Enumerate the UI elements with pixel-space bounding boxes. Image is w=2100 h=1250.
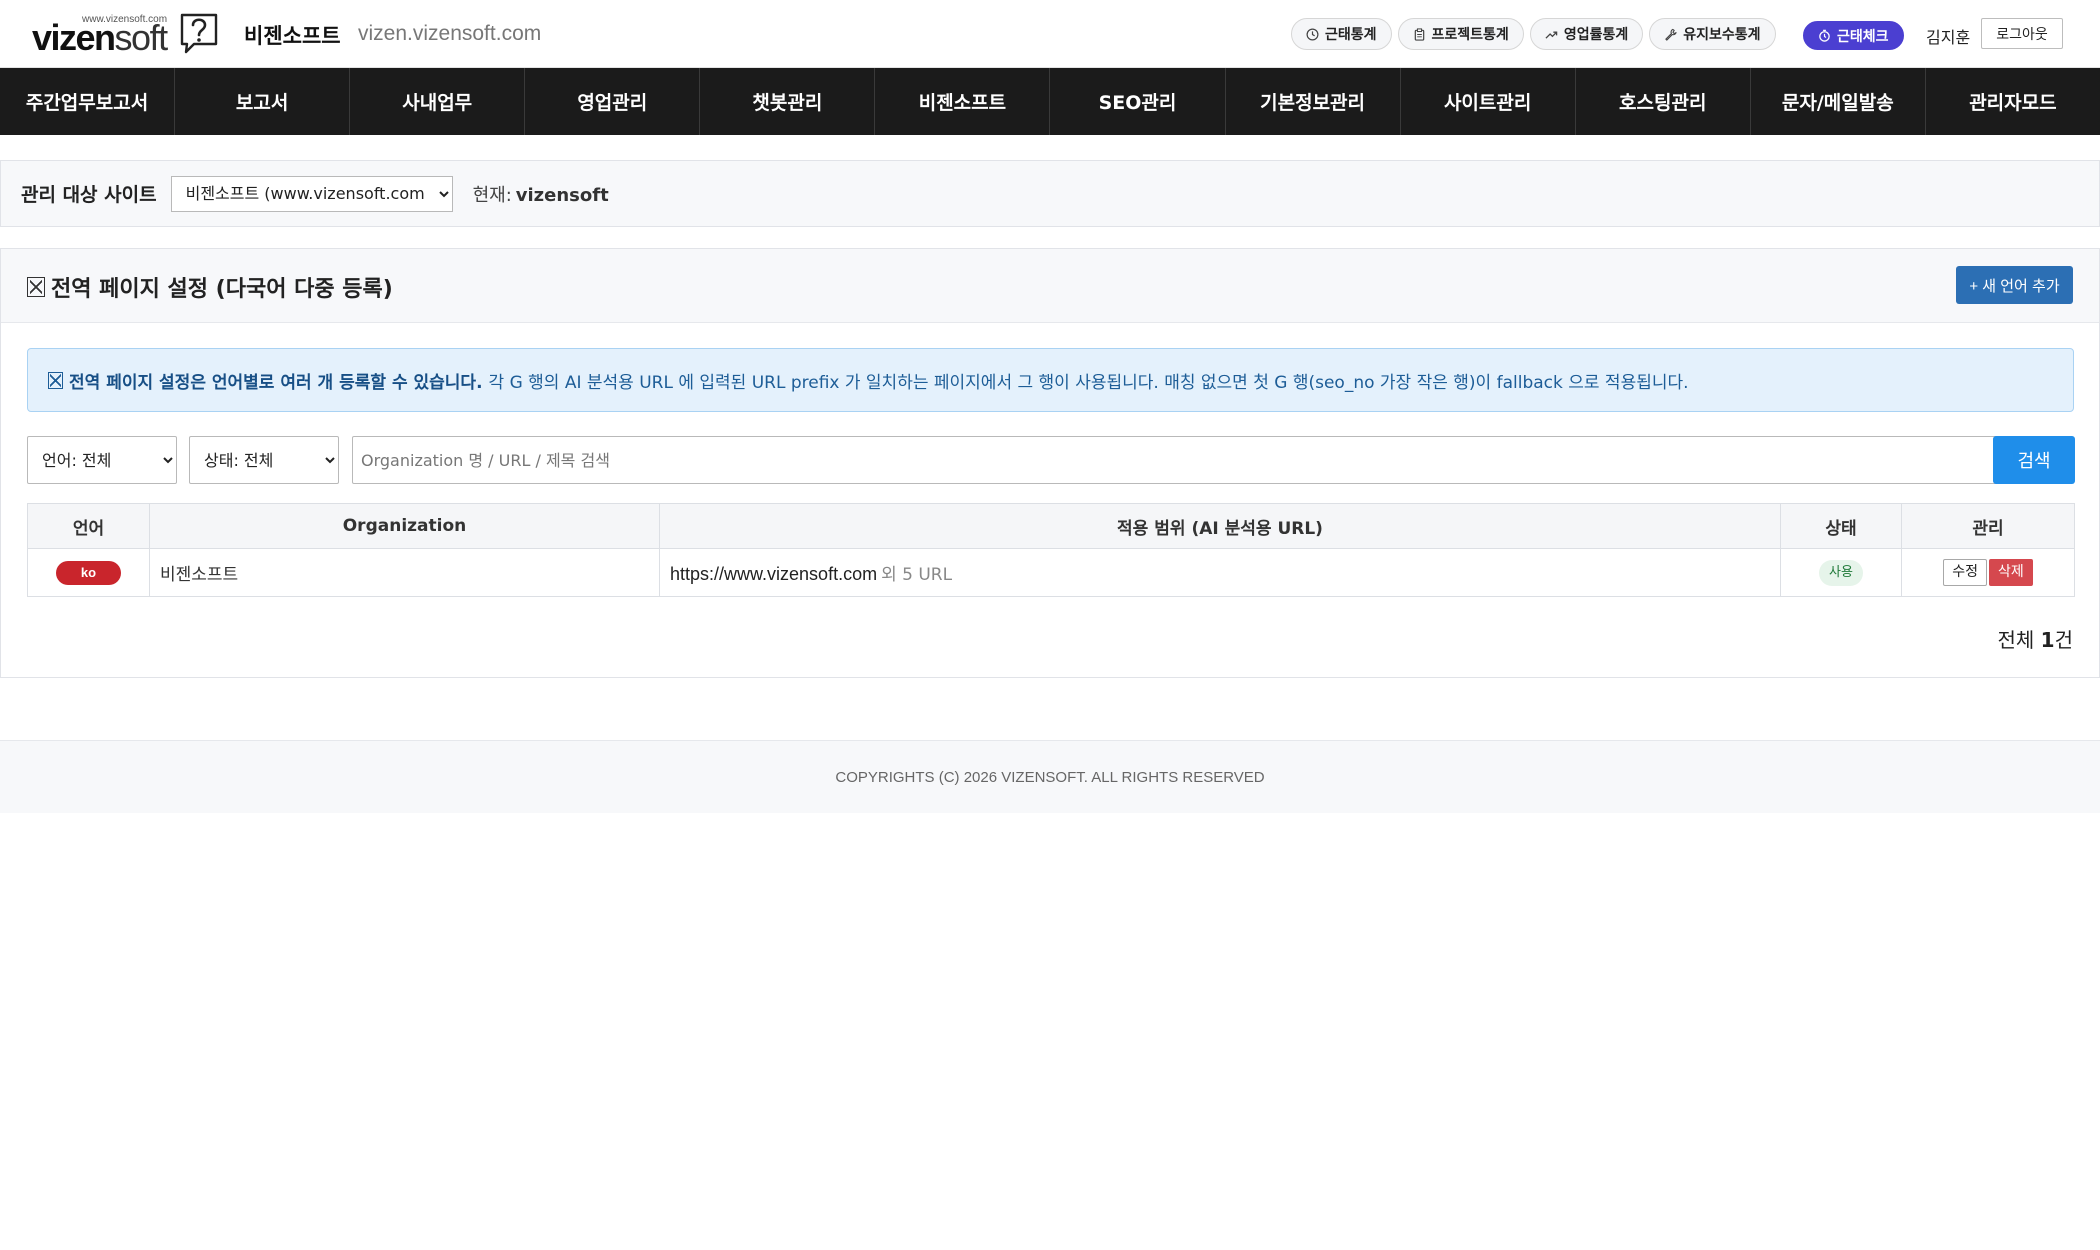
nav-item-messaging[interactable]: 문자/메일발송 — [1751, 68, 1926, 135]
main-nav: 주간업무보고서 보고서 사내업무 영업관리 챗봇관리 비젠소프트 SEO관리 기… — [0, 68, 2100, 135]
current-site-value: vizensoft — [515, 184, 609, 206]
cell-scope: https://www.vizensoft.com 외 5 URL — [659, 548, 1781, 597]
nav-item-sales[interactable]: 영업관리 — [525, 68, 701, 135]
maintenance-stats-link[interactable]: 유지보수통계 — [1649, 18, 1776, 50]
clipboard-icon — [1414, 27, 1424, 41]
settings-table: 언어 Organization 적용 범위 (AI 분석용 URL) 상태 관리… — [27, 503, 2075, 597]
clock-icon — [1306, 28, 1319, 40]
col-status: 상태 — [1780, 503, 1902, 549]
quick-stats-links: 근태통계 프로젝트통계 영업률통계 유지보수통계 — [1291, 18, 1776, 50]
total-number: 1 — [2040, 628, 2055, 652]
nav-item-hosting[interactable]: 호스팅관리 — [1576, 68, 1751, 135]
table-header-row: 언어 Organization 적용 범위 (AI 분석용 URL) 상태 관리 — [27, 503, 2075, 549]
nav-item-sites[interactable]: 사이트관리 — [1401, 68, 1576, 135]
footer: COPYRIGHTS (C) 2026 VIZENSOFT. ALL RIGHT… — [0, 740, 2100, 813]
nav-item-seo[interactable]: SEO관리 — [1050, 68, 1226, 135]
site-selector-bar: 관리 대상 사이트 비젠소프트 (www.vizensoft.com) 현재: v… — [0, 160, 2100, 227]
delete-button[interactable]: 삭제 — [1989, 559, 2033, 586]
language-filter[interactable]: 언어: 전체 — [27, 436, 177, 484]
table-row: ko 비젠소프트 https://www.vizensoft.com 외 5 UR… — [27, 548, 2075, 597]
add-language-button[interactable]: + 새 언어 추가 — [1956, 266, 2073, 304]
global-page-settings-panel: 전역 페이지 설정 (다국어 다중 등록) + 새 언어 추가 전역 페이지 설… — [0, 248, 2100, 678]
nav-item-weekly-report[interactable]: 주간업무보고서 — [0, 68, 176, 135]
attendance-stats-label: 근태통계 — [1325, 27, 1377, 43]
total-suffix: 건 — [2054, 628, 2073, 652]
user-name: 김지훈 — [1926, 28, 1971, 47]
status-badge: 사용 — [1819, 559, 1863, 586]
col-language: 언어 — [27, 503, 150, 549]
brand-name: 비젠소프트 — [244, 24, 341, 48]
attendance-check-button[interactable]: 근태체크 — [1803, 21, 1904, 50]
wrench-icon — [1665, 28, 1677, 41]
timer-icon — [1819, 29, 1830, 42]
panel-title: 전역 페이지 설정 (다국어 다중 등록) — [27, 271, 393, 303]
notice-bold-text: 전역 페이지 설정은 언어별로 여러 개 등록할 수 있습니다. — [69, 372, 483, 393]
trend-up-icon — [1545, 31, 1558, 39]
edit-button[interactable]: 수정 — [1943, 559, 1987, 586]
settings-box-icon — [27, 277, 45, 297]
search-button[interactable]: 검색 — [1993, 436, 2075, 484]
nav-item-reports[interactable]: 보고서 — [175, 68, 351, 135]
vizensoft-logo[interactable]: www.vizensoft.com vizensoft — [32, 12, 222, 58]
cell-organization: 비젠소프트 — [149, 548, 660, 597]
attendance-stats-link[interactable]: 근태통계 — [1291, 18, 1392, 50]
total-prefix: 전체 — [1997, 628, 2035, 652]
nav-item-admin-mode[interactable]: 관리자모드 — [1926, 68, 2100, 135]
panel-title-text: 전역 페이지 설정 (다국어 다중 등록) — [51, 277, 393, 302]
copyright-text: COPYRIGHTS (C) 2026 VIZENSOFT. ALL RIGHT… — [835, 768, 1265, 786]
sales-stats-label: 영업률통계 — [1563, 27, 1629, 43]
current-site: 현재: vizensoft — [473, 181, 609, 207]
info-box-icon — [48, 371, 63, 389]
current-site-label: 현재: — [472, 184, 512, 206]
host-name: vizen.vizensoft.com — [358, 22, 542, 45]
nav-item-chatbot[interactable]: 챗봇관리 — [700, 68, 876, 135]
attendance-check-label: 근태체크 — [1837, 28, 1889, 45]
cell-admin: 수정 삭제 — [1901, 548, 2075, 597]
maintenance-stats-label: 유지보수통계 — [1683, 27, 1761, 43]
question-bubble-icon — [180, 13, 218, 54]
cell-status: 사용 — [1780, 548, 1902, 597]
logo-wordmark: vizensoft — [32, 17, 168, 58]
project-stats-label: 프로젝트통계 — [1431, 27, 1509, 43]
col-scope: 적용 범위 (AI 분석용 URL) — [659, 503, 1781, 549]
panel-header: 전역 페이지 설정 (다국어 다중 등록) + 새 언어 추가 — [1, 249, 2099, 323]
scope-url: https://www.vizensoft.com — [670, 564, 878, 584]
sales-stats-link[interactable]: 영업률통계 — [1529, 18, 1644, 50]
top-header: www.vizensoft.com vizensoft 비젠소프트 vizen.… — [0, 0, 2100, 68]
col-organization: Organization — [149, 503, 660, 549]
cell-language: ko — [27, 548, 150, 597]
language-badge: ko — [56, 560, 121, 585]
logout-button[interactable]: 로그아웃 — [1981, 18, 2063, 49]
info-notice: 전역 페이지 설정은 언어별로 여러 개 등록할 수 있습니다. 각 G 행의 … — [27, 348, 2074, 412]
col-admin: 관리 — [1901, 503, 2075, 549]
scope-url-more: 외 5 URL — [881, 565, 953, 585]
search-input[interactable] — [352, 436, 2006, 484]
nav-item-basic-info[interactable]: 기본정보관리 — [1226, 68, 1401, 135]
project-stats-link[interactable]: 프로젝트통계 — [1397, 18, 1524, 50]
filter-bar: 언어: 전체 상태: 전체 검색 — [27, 436, 2075, 484]
site-select[interactable]: 비젠소프트 (www.vizensoft.com) — [170, 175, 453, 212]
site-selector-label: 관리 대상 사이트 — [21, 184, 157, 206]
total-count: 전체 1건 — [1998, 624, 2074, 653]
nav-item-internal-work[interactable]: 사내업무 — [350, 68, 526, 135]
notice-text: 각 G 행의 AI 분석용 URL 에 입력된 URL prefix 가 일치하… — [488, 372, 1689, 393]
status-filter[interactable]: 상태: 전체 — [189, 436, 339, 484]
nav-item-vizensoft[interactable]: 비젠소프트 — [875, 68, 1051, 135]
